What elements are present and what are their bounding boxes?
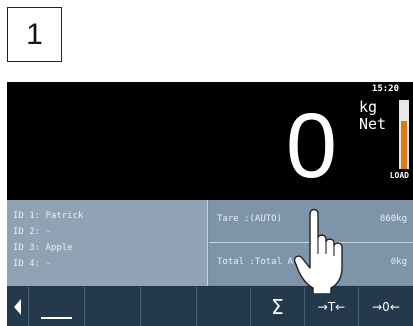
softkey-blank-3[interactable] [197, 287, 251, 326]
tare-button[interactable]: →T← [305, 287, 359, 326]
softkey-bar: Σ →T← →0← [7, 286, 413, 326]
id-line: ID 4: - [13, 259, 51, 269]
softkey-blank-2[interactable] [141, 287, 197, 326]
load-bar [399, 100, 409, 169]
weight-value: 0 [285, 95, 337, 197]
id-line: ID 3: Apple [13, 243, 73, 253]
scale-display: 15:20 0 kg Net LOAD ID 1: Patrick ID 2: … [7, 82, 413, 326]
total-field[interactable]: Total :Total A 0kg [209, 243, 413, 285]
info-panel: ID 1: Patrick ID 2: - ID 3: Apple ID 4: … [7, 200, 413, 286]
id-list[interactable]: ID 1: Patrick ID 2: - ID 3: Apple ID 4: … [7, 200, 208, 286]
step-number: 1 [7, 7, 62, 62]
underscore-icon [41, 317, 72, 319]
tare-key-label: →T← [317, 299, 346, 314]
load-label: LOAD [389, 171, 409, 180]
total-label: Total :Total A [217, 257, 293, 267]
zero-key-label: →0← [372, 299, 400, 314]
weight-panel: 15:20 0 kg Net LOAD [7, 82, 413, 200]
weight-mode: Net [359, 115, 387, 133]
total-value: 0kg [390, 257, 407, 267]
zero-button[interactable]: →0← [359, 287, 413, 326]
softkey-blank-1[interactable] [85, 287, 141, 326]
weight-unit: kg [359, 98, 378, 116]
id-line: ID 2: - [13, 227, 51, 237]
id-line: ID 1: Patrick [13, 211, 84, 221]
sigma-icon: Σ [271, 294, 284, 319]
tare-value: 860kg [379, 214, 407, 224]
clock: 15:20 [371, 84, 399, 94]
back-button[interactable] [7, 287, 29, 326]
load-bar-fill [401, 120, 407, 169]
sum-button[interactable]: Σ [251, 287, 305, 326]
tare-label: Tare :(AUTO) [217, 214, 283, 224]
tare-field[interactable]: Tare :(AUTO) 860kg [209, 200, 413, 243]
triangle-left-icon [14, 298, 21, 315]
softkey-underscore[interactable] [29, 287, 85, 326]
